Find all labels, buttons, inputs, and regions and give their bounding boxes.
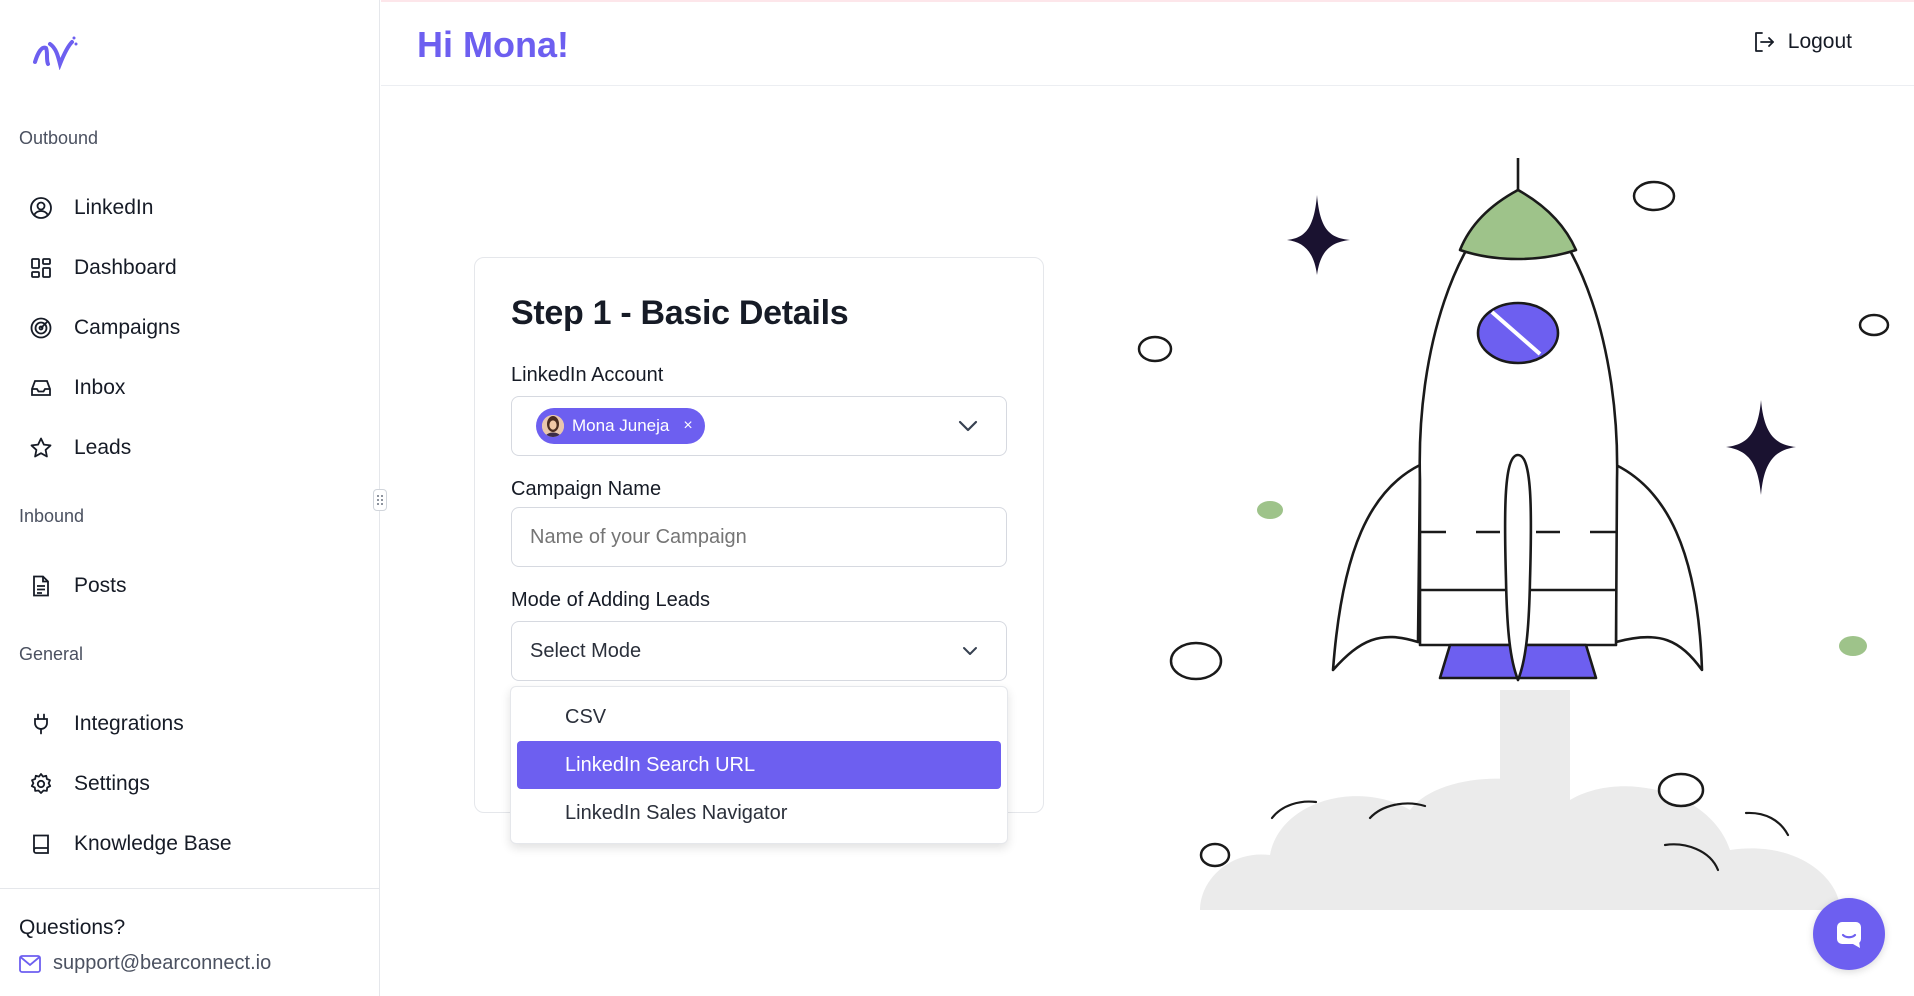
smoke-cloud [1200,690,1840,910]
sidebar-item-inbox[interactable]: Inbox [28,368,358,408]
support-email-link[interactable]: support@bearconnect.io [19,952,271,975]
section-label-outbound: Outbound [19,128,99,148]
chevron-down-icon [962,646,978,656]
linkedin-account-select[interactable]: Mona Juneja × [511,396,1007,456]
section-label-inbound: Inbound [19,506,85,526]
top-header: Hi Mona! Logout [381,0,1914,86]
sidebar-item-dashboard[interactable]: Dashboard [28,248,358,288]
selected-account-chip: Mona Juneja × [536,408,705,444]
sidebar-item-knowledge-base[interactable]: Knowledge Base [28,824,358,864]
option-csv[interactable]: CSV [517,693,1001,741]
sidebar-item-label: LinkedIn [74,196,154,219]
sidebar-item-label: Leads [74,436,132,459]
sidebar-item-label: Campaigns [74,316,181,339]
star-icon [28,435,54,461]
mode-dropdown-menu: CSV LinkedIn Search URL LinkedIn Sales N… [510,686,1008,844]
sidebar-item-label: Settings [74,772,150,795]
sidebar-item-label: Dashboard [74,256,177,279]
sidebar-item-settings[interactable]: Settings [28,764,358,804]
book-icon [28,831,54,857]
questions-heading: Questions? [19,916,126,939]
sidebar-item-campaigns[interactable]: Campaigns [28,308,358,348]
campaign-name-label: Campaign Name [511,478,662,500]
chat-icon [1837,922,1861,948]
page-greeting: Hi Mona! [417,24,569,65]
sidebar-resize-handle[interactable] [373,489,387,511]
gear-icon [28,771,54,797]
rocket [1331,158,1704,682]
logout-icon [1752,30,1776,54]
mail-icon [19,954,41,973]
mode-label: Mode of Adding Leads [511,589,711,611]
grid-icon [28,255,54,281]
inbox-icon [28,375,54,401]
green-dot [1839,636,1867,656]
sidebar-item-label: Integrations [74,712,184,735]
chevron-down-icon[interactable] [958,420,978,432]
rocket-illustration [1137,158,1890,910]
avatar [542,415,564,437]
star-shape [1726,400,1796,495]
sidebar: Outbound LinkedIn Dashboard Campaigns In… [0,0,380,996]
mode-select-value: Select Mode [530,639,642,662]
option-linkedin-search-url[interactable]: LinkedIn Search URL [517,741,1001,789]
user-circle-icon [28,195,54,221]
linkedin-account-label: LinkedIn Account [511,364,664,386]
chip-label: Mona Juneja [572,416,670,435]
sidebar-item-label: Inbox [74,376,126,399]
sidebar-item-integrations[interactable]: Integrations [28,704,358,744]
plug-icon [28,711,54,737]
star-shape [1287,195,1350,275]
sidebar-item-label: Posts [74,574,127,597]
option-linkedin-sales-navigator[interactable]: LinkedIn Sales Navigator [517,789,1001,837]
campaign-name-input[interactable] [511,507,1007,567]
logout-label: Logout [1787,30,1852,53]
brand-logo[interactable] [30,34,80,70]
chat-launcher-button[interactable] [1813,898,1885,970]
document-icon [28,573,54,599]
sidebar-divider [0,888,380,889]
sidebar-item-label: Knowledge Base [74,832,232,855]
chip-remove-button[interactable]: × [683,417,692,435]
sidebar-item-linkedin[interactable]: LinkedIn [28,188,358,228]
logout-button[interactable]: Logout [1752,30,1852,54]
support-email: support@bearconnect.io [53,952,272,974]
drag-dots-icon [377,495,383,505]
mode-select[interactable]: Select Mode [511,621,1007,681]
section-label-general: General [19,644,84,664]
target-icon [28,315,54,341]
sidebar-item-leads[interactable]: Leads [28,428,358,468]
card-title: Step 1 - Basic Details [511,294,849,332]
sidebar-item-posts[interactable]: Posts [28,566,358,606]
green-dot [1257,501,1283,519]
